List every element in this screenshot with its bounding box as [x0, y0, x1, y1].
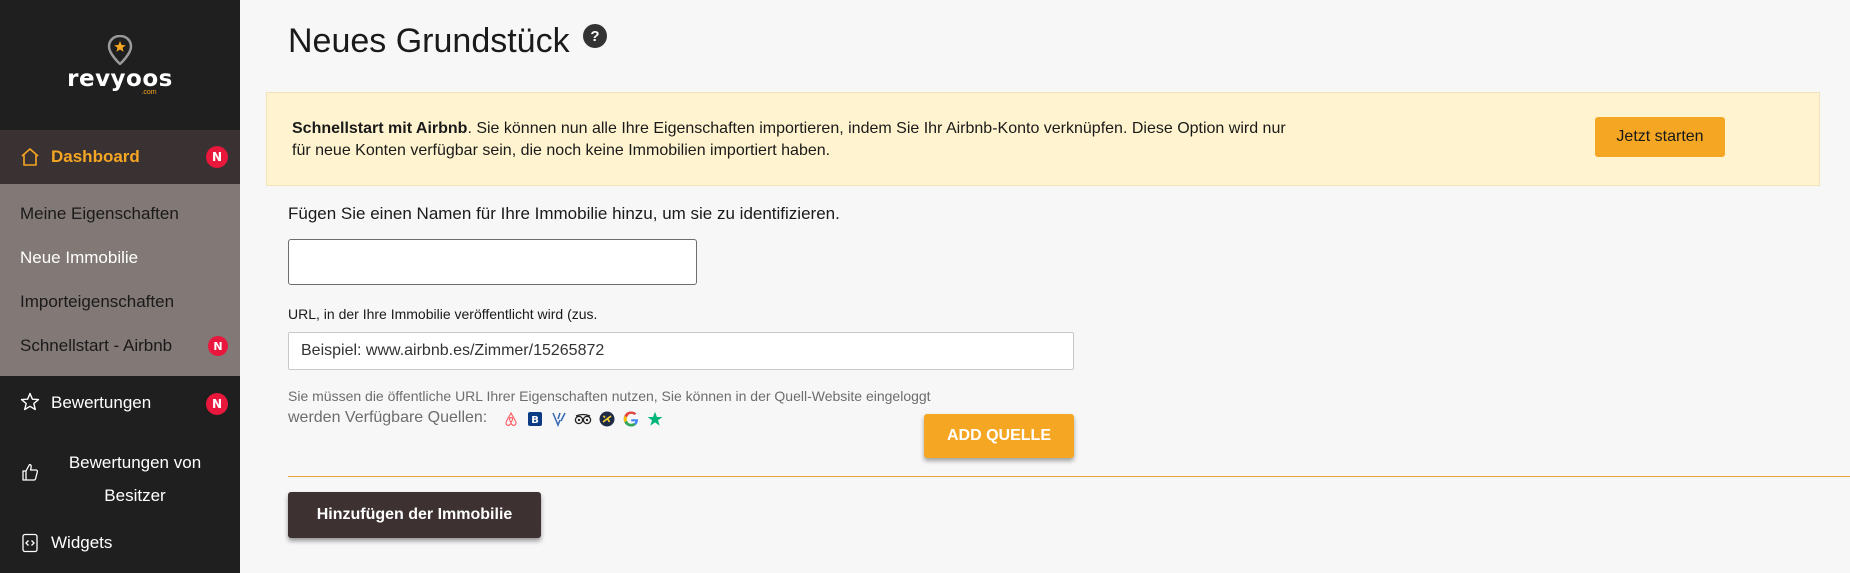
expedia-icon	[598, 410, 616, 428]
sidebar-item-label: Dashboard	[51, 147, 140, 166]
logo[interactable]: revyoos .com	[0, 0, 240, 130]
page-title: Neues Grundstück	[288, 22, 570, 60]
vrbo-icon	[550, 410, 568, 428]
new-badge: N	[206, 146, 228, 168]
divider	[288, 476, 1850, 477]
banner-text: Schnellstart mit Airbnb. Sie können nun …	[292, 118, 1302, 162]
name-field-label: Fügen Sie einen Namen für Ihre Immobilie…	[288, 204, 840, 223]
airbnb-quickstart-banner: Schnellstart mit Airbnb. Sie können nun …	[266, 92, 1820, 186]
sidebar-item-bewertungen[interactable]: Bewertungen N	[0, 388, 240, 418]
start-now-button[interactable]: Jetzt starten	[1595, 117, 1725, 157]
property-url-input[interactable]	[288, 332, 1074, 370]
map-pin-star-icon	[107, 34, 133, 66]
sidebar-item-widgets[interactable]: Widgets	[0, 531, 240, 561]
add-property-button[interactable]: Hinzufügen der Immobilie	[288, 492, 541, 538]
url-field-label: URL, in der Ihre Immobilie veröffentlich…	[288, 306, 598, 322]
sidebar-item-label: Bewertungen von Besitzer	[68, 453, 202, 505]
submenu-item-neue-immobilie[interactable]: Neue Immobilie	[20, 248, 138, 268]
svg-text:B: B	[531, 415, 539, 426]
booking-icon: B	[526, 410, 544, 428]
add-source-button[interactable]: ADD QUELLE	[924, 414, 1074, 458]
thumbs-up-icon	[20, 462, 40, 482]
property-name-input[interactable]	[288, 239, 697, 285]
source-icons: B	[502, 410, 664, 428]
star-icon	[20, 392, 40, 412]
sidebar-item-bewertungen-von-besitzer[interactable]: Bewertungen von Besitzer	[0, 440, 240, 510]
tripadvisor-icon	[574, 410, 592, 428]
brand-name: revyoos	[67, 65, 173, 92]
sources-label: werden Verfügbare Quellen:	[288, 409, 488, 426]
trustpilot-icon	[646, 410, 664, 428]
submenu-item-meine-eigenschaften[interactable]: Meine Eigenschaften	[20, 204, 179, 224]
new-badge: N	[208, 336, 228, 356]
sidebar-item-dashboard[interactable]: Dashboard N	[0, 130, 240, 184]
submenu-item-schnellstart-airbnb[interactable]: Schnellstart - Airbnb	[20, 336, 172, 356]
submenu: Meine Eigenschaften Neue Immobilie Impor…	[0, 184, 240, 376]
home-icon	[20, 147, 40, 167]
brand-sub: .com	[141, 88, 157, 96]
google-icon	[622, 410, 640, 428]
help-icon[interactable]: ?	[583, 24, 607, 48]
sidebar-item-label: Widgets	[51, 533, 113, 552]
sidebar-item-label: Bewertungen	[51, 393, 152, 412]
banner-title: Schnellstart mit Airbnb	[292, 120, 468, 137]
sidebar: revyoos .com Dashboard N Meine Eigenscha…	[0, 0, 240, 573]
airbnb-icon	[502, 410, 520, 428]
code-file-icon	[20, 533, 40, 553]
submenu-item-importeigenschaften[interactable]: Importeigenschaften	[20, 292, 174, 312]
new-badge: N	[206, 393, 228, 415]
url-hint: Sie müssen die öffentliche URL Ihrer Eig…	[288, 388, 931, 404]
